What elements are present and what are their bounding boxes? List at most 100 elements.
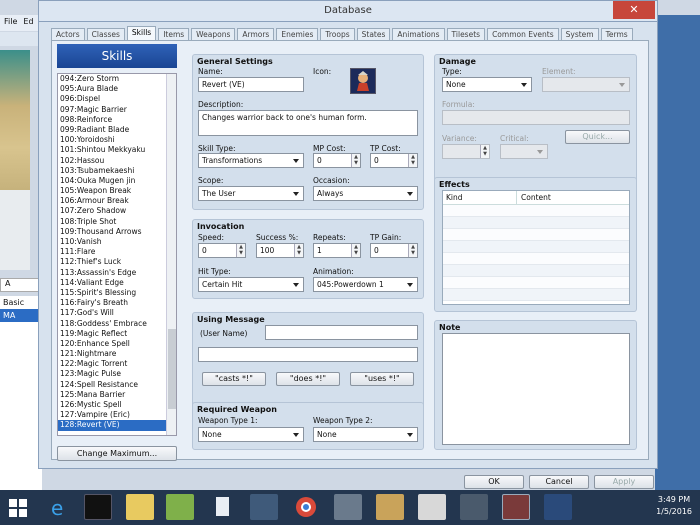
formula-field[interactable]	[442, 110, 630, 125]
map-list-item[interactable]: MA	[0, 309, 42, 322]
skill-list-item[interactable]: 117:God's Will	[58, 308, 166, 318]
tile-grid[interactable]	[0, 190, 30, 270]
weapon-type2-select[interactable]: None	[313, 427, 418, 442]
skill-list-item[interactable]: 124:Spell Resistance	[58, 380, 166, 390]
name-field[interactable]: Revert (VE)	[198, 77, 304, 92]
skill-list-item[interactable]: 114:Valiant Edge	[58, 278, 166, 288]
hit-type-select[interactable]: Certain Hit	[198, 277, 304, 292]
stepper-arrows-icon[interactable]: ▲ ▼	[480, 145, 489, 158]
tile-palette[interactable]	[0, 50, 30, 190]
description-field[interactable]: Changes warrior back to one's human form…	[198, 110, 418, 136]
table-row[interactable]	[443, 253, 629, 265]
column-content[interactable]: Content	[517, 191, 629, 204]
skill-list-item[interactable]: 116:Fairy's Breath	[58, 298, 166, 308]
stepper-arrows-icon[interactable]: ▲ ▼	[294, 244, 303, 257]
effects-table[interactable]: Kind Content	[442, 190, 630, 305]
animation-select[interactable]: 045:Powerdown 1	[313, 277, 418, 292]
skill-list-item[interactable]: 111:Flare	[58, 247, 166, 257]
skill-type-select[interactable]: Transformations	[198, 153, 304, 168]
scope-select[interactable]: The User	[198, 186, 304, 201]
repeats-stepper[interactable]: 1 ▲ ▼	[313, 243, 361, 258]
tileset-tab-a[interactable]: A	[0, 278, 42, 292]
skill-list-item[interactable]: 097:Magic Barrier	[58, 105, 166, 115]
skill-list-item[interactable]: 094:Zero Storm	[58, 74, 166, 84]
stepper-arrows-icon[interactable]: ▲ ▼	[351, 154, 360, 167]
table-row[interactable]	[443, 265, 629, 277]
app-icon[interactable]	[250, 494, 278, 520]
table-row[interactable]	[443, 217, 629, 229]
tp-gain-stepper[interactable]: 0 ▲ ▼	[370, 243, 418, 258]
mp-cost-stepper[interactable]: 0 ▲ ▼	[313, 153, 361, 168]
skill-list-item[interactable]: 125:Mana Barrier	[58, 390, 166, 400]
skill-list-item[interactable]: 121:Nightmare	[58, 349, 166, 359]
stepper-arrows-icon[interactable]: ▲ ▼	[408, 244, 417, 257]
menu-file[interactable]: File	[4, 17, 17, 29]
skill-list-item[interactable]: 109:Thousand Arrows	[58, 227, 166, 237]
map-list[interactable]: Basic MA	[0, 296, 42, 490]
effects-table-body[interactable]	[443, 205, 629, 301]
app2-icon[interactable]	[544, 494, 572, 520]
skill-list-item[interactable]: 105:Weapon Break	[58, 186, 166, 196]
skill-list-item[interactable]: 101:Shintou Mekkyaku	[58, 145, 166, 155]
command-prompt-icon[interactable]	[84, 494, 112, 520]
variance-stepper[interactable]: ▲ ▼	[442, 144, 490, 159]
critical-select[interactable]	[500, 144, 548, 159]
game-icon[interactable]	[334, 494, 362, 520]
folder-icon[interactable]	[376, 494, 404, 520]
occasion-select[interactable]: Always	[313, 186, 418, 201]
element-select[interactable]	[542, 77, 630, 92]
success-stepper[interactable]: 100 ▲ ▼	[256, 243, 304, 258]
skill-list-item[interactable]: 119:Magic Reflect	[58, 329, 166, 339]
windows-start-icon[interactable]	[8, 498, 28, 518]
message-line1-field[interactable]	[265, 325, 418, 340]
notepad-icon[interactable]	[208, 494, 236, 520]
uses-button[interactable]: "uses *!"	[350, 372, 414, 386]
stepper-arrows-icon[interactable]: ▲ ▼	[351, 244, 360, 257]
skill-list-scrollbar[interactable]	[166, 74, 176, 435]
skill-icon[interactable]	[350, 68, 376, 94]
skill-list-item[interactable]: 112:Thief's Luck	[58, 257, 166, 267]
skill-list-item[interactable]: 128:Revert (VE)	[58, 420, 166, 431]
chrome-icon[interactable]	[292, 494, 320, 520]
table-row[interactable]	[443, 229, 629, 241]
skill-list-item[interactable]: 110:Vanish	[58, 237, 166, 247]
table-row[interactable]	[443, 241, 629, 253]
skill-list-item[interactable]: 098:Reinforce	[58, 115, 166, 125]
minecraft-icon[interactable]	[166, 494, 194, 520]
internet-explorer-icon[interactable]: e	[44, 494, 72, 520]
cancel-button[interactable]: Cancel	[529, 475, 589, 489]
damage-type-select[interactable]: None	[442, 77, 532, 92]
tp-cost-stepper[interactable]: 0 ▲ ▼	[370, 153, 418, 168]
skill-list-item[interactable]: 099:Radiant Blade	[58, 125, 166, 135]
pet-app-icon[interactable]	[418, 494, 446, 520]
skill-list-item[interactable]: 123:Magic Pulse	[58, 369, 166, 379]
skill-list-item[interactable]: 113:Assassin's Edge	[58, 268, 166, 278]
table-row[interactable]	[443, 205, 629, 217]
skill-list-item[interactable]: 102:Hassou	[58, 156, 166, 166]
skill-list-item[interactable]: 095:Aura Blade	[58, 84, 166, 94]
table-row[interactable]	[443, 289, 629, 301]
document-icon[interactable]	[460, 494, 488, 520]
change-maximum-button[interactable]: Change Maximum...	[57, 446, 177, 461]
apply-button[interactable]: Apply	[594, 475, 654, 489]
skill-list-item[interactable]: 126:Mystic Spell	[58, 400, 166, 410]
stepper-arrows-icon[interactable]: ▲ ▼	[408, 154, 417, 167]
casts-button[interactable]: "casts *!"	[202, 372, 266, 386]
message-line2-field[interactable]	[198, 347, 418, 362]
skill-list-item[interactable]: 106:Armour Break	[58, 196, 166, 206]
rpg-maker-icon[interactable]	[502, 494, 530, 520]
speed-stepper[interactable]: 0 ▲ ▼	[198, 243, 246, 258]
skill-list[interactable]: 094:Zero Storm 095:Aura Blade 096:Dispel 09…	[57, 73, 177, 436]
quick-button[interactable]: Quick...	[565, 130, 630, 144]
skill-list-item[interactable]: 127:Vampire (Eric)	[58, 410, 166, 420]
system-clock[interactable]: 3:49 PM 1/5/2016	[656, 494, 692, 518]
does-button[interactable]: "does *!"	[276, 372, 340, 386]
menu-edit[interactable]: Ed	[23, 17, 33, 29]
tab-skills[interactable]: Skills	[126, 26, 157, 41]
skill-list-item[interactable]: 118:Goddess' Embrace	[58, 319, 166, 329]
column-kind[interactable]: Kind	[443, 191, 517, 204]
skill-list-item[interactable]: 122:Magic Torrent	[58, 359, 166, 369]
file-explorer-icon[interactable]	[126, 494, 154, 520]
note-textarea[interactable]	[442, 333, 630, 445]
ok-button[interactable]: OK	[464, 475, 524, 489]
